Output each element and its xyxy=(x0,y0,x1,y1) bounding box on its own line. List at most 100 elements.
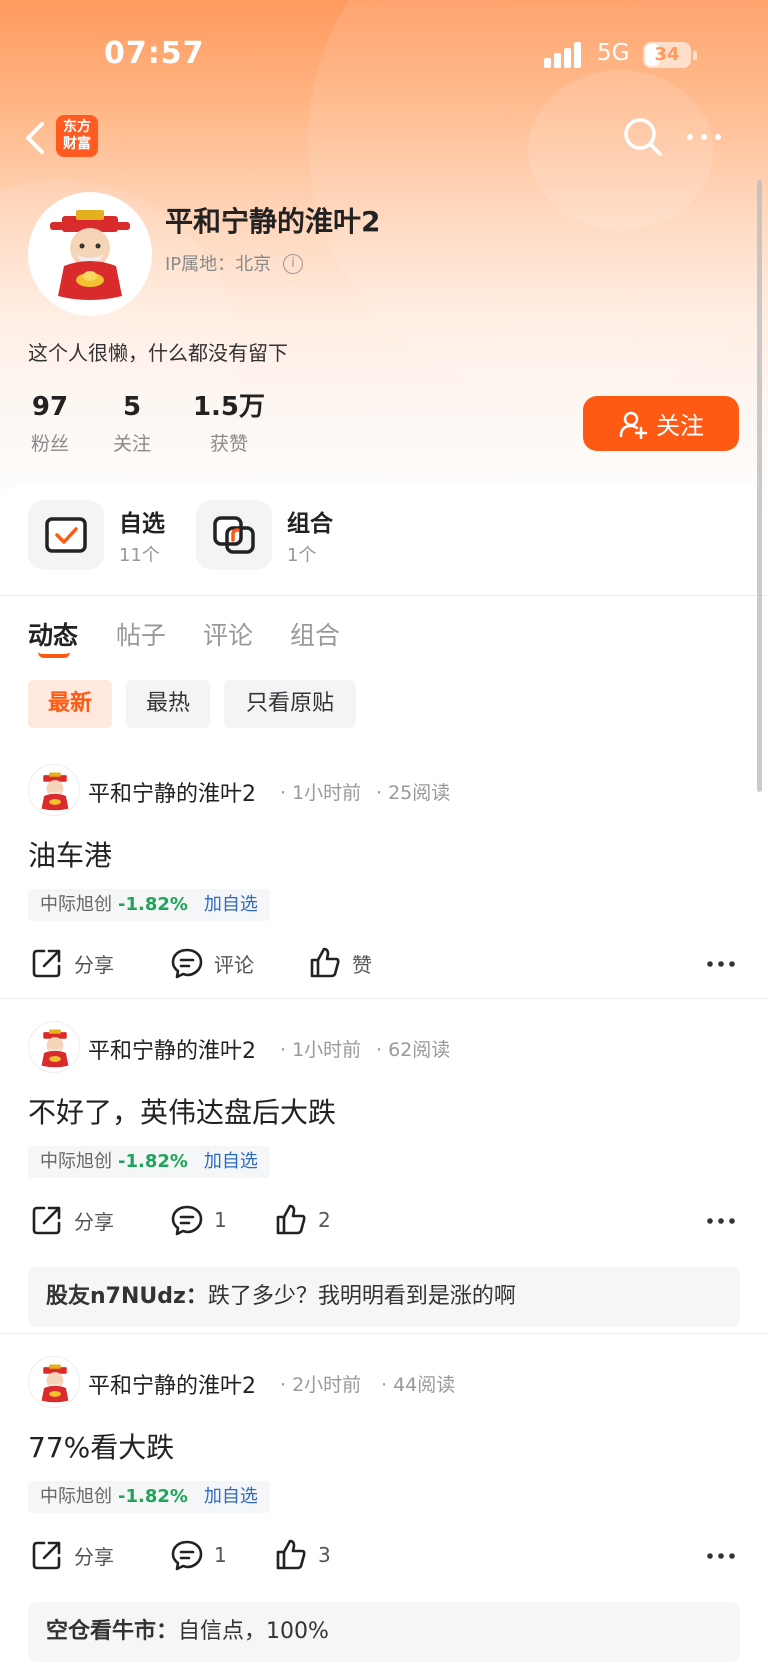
comment-count: 1 xyxy=(214,1208,227,1232)
post-time: · 1小时前 xyxy=(280,782,362,804)
stat-label: 关注 xyxy=(112,433,151,455)
like-button[interactable]: 3 xyxy=(274,1538,331,1572)
thumbs-up-icon xyxy=(276,1204,306,1235)
stat-label: 粉丝 xyxy=(30,433,69,455)
tab-portfolio[interactable]: 组合 xyxy=(290,616,340,652)
watchlist-count: 11个 xyxy=(119,545,160,566)
reply-user[interactable]: 空仓看牛市： xyxy=(46,1619,178,1644)
comment-button[interactable]: 评论 xyxy=(170,946,254,980)
like-button[interactable]: 赞 xyxy=(308,946,372,980)
tab-dynamics[interactable]: 动态 xyxy=(28,616,78,652)
post-reads-text: 62阅读 xyxy=(388,1039,451,1061)
scrollbar[interactable] xyxy=(757,180,762,792)
share-icon xyxy=(32,1541,61,1570)
signal-icon xyxy=(544,42,584,68)
filter-original-only[interactable]: 只看原贴 xyxy=(224,680,356,728)
more-icon[interactable] xyxy=(706,1544,736,1568)
watchlist-check-icon xyxy=(45,517,87,553)
comment-button[interactable]: 1 xyxy=(170,1538,227,1572)
add-user-icon xyxy=(619,411,648,439)
post-text[interactable]: 77%看大跌 xyxy=(28,1426,174,1466)
post-text[interactable]: 不好了，英伟达盘后大跌 xyxy=(28,1091,336,1131)
stat-likes[interactable]: 1.5万 获赞 xyxy=(192,391,266,456)
stock-tag[interactable]: 中际旭创 -1.82% 加自选 xyxy=(28,1146,270,1178)
reply-text: 跌了多少？我明明看到是涨的啊 xyxy=(207,1284,516,1309)
post-time: · 1小时前 xyxy=(280,1039,362,1061)
watchlist-button[interactable] xyxy=(28,500,104,570)
add-watchlist-link[interactable]: 加自选 xyxy=(204,1486,258,1507)
share-button[interactable]: 分享 xyxy=(30,1538,114,1572)
comment-label: 评论 xyxy=(214,952,254,977)
share-button[interactable]: 分享 xyxy=(30,1203,114,1237)
share-icon xyxy=(32,1206,61,1235)
post-item: 平和宁静的淮叶2 · 1小时前 · 25阅读 油车港 中际旭创 -1.82% 加自选… xyxy=(0,764,768,996)
back-arrow-icon[interactable] xyxy=(20,118,54,158)
comment-icon xyxy=(171,948,203,979)
stock-tag[interactable]: 中际旭创 -1.82% 加自选 xyxy=(28,889,270,921)
stat-following[interactable]: 5 关注 xyxy=(110,391,154,456)
post-reads: · 62阅读 xyxy=(376,1039,451,1061)
share-button[interactable]: 分享 xyxy=(30,946,114,980)
watchlist-title[interactable]: 自选 xyxy=(119,504,165,538)
stock-name: 中际旭创 xyxy=(40,1151,112,1172)
stat-followers[interactable]: 97 粉丝 xyxy=(28,391,72,456)
add-watchlist-link[interactable]: 加自选 xyxy=(204,1151,258,1172)
post-avatar[interactable] xyxy=(28,764,80,816)
filter-latest[interactable]: 最新 xyxy=(28,680,112,728)
post-time-text: 2小时前 xyxy=(292,1374,362,1396)
post-item: 平和宁静的淮叶2 · 2小时前 · 44阅读 77%看大跌 中际旭创 -1.82%… xyxy=(0,1356,768,1669)
reply-preview[interactable]: 股友n7NUdz：跌了多少？我明明看到是涨的啊 xyxy=(28,1267,740,1327)
thumbs-up-icon xyxy=(310,947,340,978)
like-button[interactable]: 2 xyxy=(274,1203,331,1237)
comment-icon xyxy=(171,1540,203,1571)
post-text[interactable]: 油车港 xyxy=(28,834,112,874)
active-tab-indicator xyxy=(38,652,70,658)
filter-hot[interactable]: 最热 xyxy=(126,680,210,728)
more-icon[interactable] xyxy=(706,1209,736,1233)
post-time-text: 1小时前 xyxy=(292,1039,362,1061)
post-time-text: 1小时前 xyxy=(292,782,362,804)
post-reads: · 25阅读 xyxy=(376,782,451,804)
portfolio-title[interactable]: 组合 xyxy=(287,504,333,538)
like-count: 3 xyxy=(318,1543,331,1567)
more-icon[interactable] xyxy=(706,952,736,976)
post-author[interactable]: 平和宁静的淮叶2 xyxy=(88,1368,256,1400)
search-icon[interactable] xyxy=(622,116,664,158)
info-icon[interactable]: i xyxy=(283,254,303,274)
post-author[interactable]: 平和宁静的淮叶2 xyxy=(88,776,256,808)
thumbs-up-icon xyxy=(276,1539,306,1570)
post-author[interactable]: 平和宁静的淮叶2 xyxy=(88,1033,256,1065)
share-label: 分享 xyxy=(74,1544,114,1569)
reply-user[interactable]: 股友n7NUdz： xyxy=(46,1284,208,1309)
comment-count: 1 xyxy=(214,1543,227,1567)
portfolio-button[interactable] xyxy=(196,500,272,570)
stock-change: -1.82% xyxy=(118,1486,188,1507)
profile-name: 平和宁静的淮叶2 xyxy=(165,205,381,238)
share-label: 分享 xyxy=(74,1209,114,1234)
post-avatar[interactable] xyxy=(28,1356,80,1408)
more-icon[interactable] xyxy=(684,122,724,152)
comment-icon xyxy=(171,1205,203,1236)
stock-tag[interactable]: 中际旭创 -1.82% 加自选 xyxy=(28,1481,270,1513)
battery-icon: 34 xyxy=(643,42,691,68)
god-of-wealth-avatar-icon xyxy=(41,772,69,811)
divider xyxy=(0,998,768,999)
tab-posts[interactable]: 帖子 xyxy=(116,616,166,652)
avatar[interactable] xyxy=(28,192,152,316)
god-of-wealth-avatar-icon xyxy=(41,1364,69,1403)
network-type: 5G xyxy=(597,40,630,66)
tab-comments[interactable]: 评论 xyxy=(203,616,253,652)
god-of-wealth-avatar-icon xyxy=(50,210,130,300)
battery-tip xyxy=(693,51,697,60)
stat-value: 97 xyxy=(31,392,69,422)
stat-label: 获赞 xyxy=(209,433,248,455)
portfolio-count: 1个 xyxy=(287,545,317,566)
follow-button[interactable]: 关注 xyxy=(583,396,739,451)
status-time: 07:57 xyxy=(104,36,205,71)
comment-button[interactable]: 1 xyxy=(170,1203,227,1237)
add-watchlist-link[interactable]: 加自选 xyxy=(204,894,258,915)
brand-logo-line: 东方 xyxy=(63,119,91,135)
post-avatar[interactable] xyxy=(28,1021,80,1073)
stock-name: 中际旭创 xyxy=(40,894,112,915)
reply-preview[interactable]: 空仓看牛市：自信点，100% xyxy=(28,1602,740,1662)
